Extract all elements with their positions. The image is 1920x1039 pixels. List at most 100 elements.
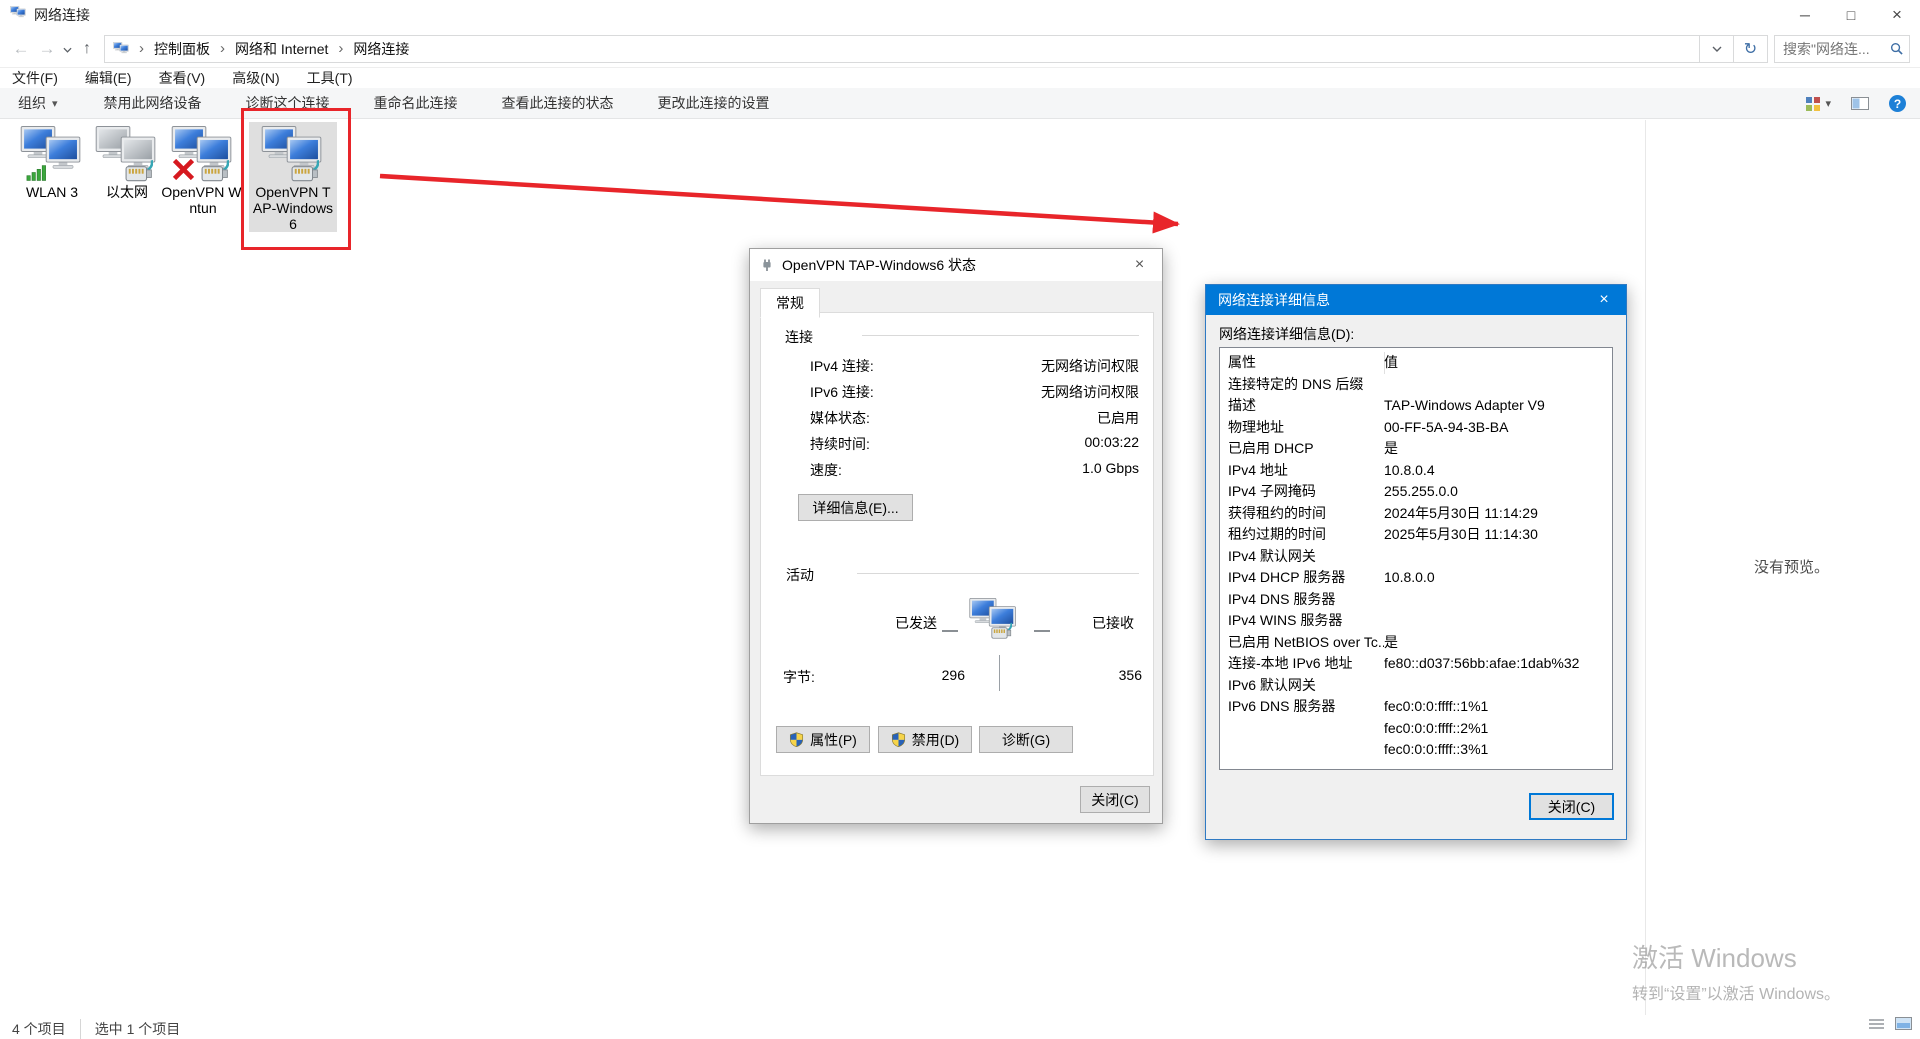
- adapter-label: OpenVPN Wintun: [160, 184, 246, 216]
- details-dialog-close-icon[interactable]: ×: [1582, 285, 1626, 315]
- organize-button[interactable]: 组织 ▾: [18, 93, 58, 113]
- breadcrumb[interactable]: › 控制面板 › 网络和 Internet › 网络连接 ↻: [104, 35, 1768, 63]
- selected-count: 选中 1 个项目: [80, 1019, 181, 1039]
- breadcrumb-network-connections[interactable]: 网络连接: [353, 39, 409, 59]
- refresh-button[interactable]: ↻: [1733, 36, 1767, 62]
- details-list: 属性 值 连接特定的 DNS 后缀 描述 TAP-Windows Adapter…: [1219, 347, 1613, 770]
- activity-computer-icon: [969, 598, 1017, 642]
- preview-empty-text: 没有预览。: [1754, 556, 1829, 577]
- menu-item[interactable]: 文件(F): [12, 68, 58, 88]
- received-label: 已接收: [1092, 613, 1134, 633]
- diagnose-button[interactable]: 诊断(G): [979, 726, 1073, 753]
- toolbar-command[interactable]: 更改此连接的设置: [658, 93, 770, 113]
- menu-item[interactable]: 工具(T): [307, 68, 353, 88]
- history-chevron-icon[interactable]: [60, 40, 74, 58]
- bytes-sent-value: 296: [905, 667, 965, 683]
- change-view-button[interactable]: ▾: [1806, 97, 1831, 111]
- bytes-divider: [999, 655, 1000, 691]
- search-icon: [1890, 42, 1903, 55]
- back-button[interactable]: ←: [8, 39, 34, 59]
- preview-pane-icon: [1851, 97, 1869, 110]
- annotation-highlight-box: [241, 108, 351, 250]
- disable-button[interactable]: 禁用(D): [878, 726, 972, 753]
- properties-button[interactable]: 属性(P): [776, 726, 870, 753]
- value-column-header: 值: [1384, 352, 1612, 374]
- details-button[interactable]: 详细信息(E)...: [798, 494, 913, 521]
- activity-group-label: 活动: [786, 565, 814, 585]
- details-row[interactable]: IPv4 WINS 服务器: [1220, 610, 1612, 632]
- details-row[interactable]: 连接特定的 DNS 后缀: [1220, 374, 1612, 396]
- adapter-label: 以太网: [106, 184, 148, 200]
- status-dialog-title: OpenVPN TAP-Windows6 状态: [782, 255, 976, 275]
- maximize-button[interactable]: □: [1828, 0, 1874, 30]
- preview-pane-divider[interactable]: [1645, 120, 1646, 1015]
- status-row: IPv4 连接: 无网络访问权限: [810, 356, 1139, 374]
- toolbar-command[interactable]: 重命名此连接: [374, 93, 458, 113]
- menu-item[interactable]: 查看(V): [159, 68, 206, 88]
- adapter-ethernet[interactable]: 以太网: [92, 122, 162, 200]
- items-count: 4 个项目: [12, 1019, 66, 1039]
- uac-shield-icon: [891, 732, 906, 747]
- details-dialog-titlebar: 网络连接详细信息: [1206, 285, 1626, 315]
- details-dialog-title: 网络连接详细信息: [1218, 290, 1330, 310]
- menu-item[interactable]: 高级(N): [232, 68, 279, 88]
- close-button[interactable]: ×: [1874, 0, 1920, 30]
- details-row[interactable]: fec0:0:0:ffff::2%1: [1220, 718, 1612, 740]
- search-box[interactable]: [1774, 35, 1910, 63]
- details-row[interactable]: 租约过期的时间 2025年5月30日 11:14:30: [1220, 524, 1612, 546]
- details-row[interactable]: 连接-本地 IPv6 地址 fe80::d037:56bb:afae:1dab%…: [1220, 653, 1612, 675]
- details-row[interactable]: IPv4 子网掩码 255.255.0.0: [1220, 481, 1612, 503]
- status-dialog-close-button[interactable]: 关闭(C): [1080, 786, 1150, 813]
- bytes-label: 字节:: [783, 667, 815, 687]
- details-row[interactable]: 获得租约的时间 2024年5月30日 11:14:29: [1220, 503, 1612, 525]
- details-row[interactable]: IPv6 DNS 服务器 fec0:0:0:ffff::1%1: [1220, 696, 1612, 718]
- details-list-label: 网络连接详细信息(D):: [1219, 324, 1354, 344]
- minimize-button[interactable]: ─: [1782, 0, 1828, 30]
- menu-item[interactable]: 编辑(E): [85, 68, 132, 88]
- help-button[interactable]: ?: [1889, 95, 1906, 112]
- status-row: 速度: 1.0 Gbps: [810, 460, 1139, 478]
- details-row[interactable]: 物理地址 00-FF-5A-94-3B-BA: [1220, 417, 1612, 439]
- status-dialog-close-icon[interactable]: ×: [1117, 249, 1162, 281]
- window-titlebar: 网络连接 ─ □ ×: [0, 0, 1920, 30]
- property-column-header: 属性: [1228, 352, 1385, 374]
- breadcrumb-network-internet[interactable]: 网络和 Internet: [235, 39, 328, 59]
- details-row[interactable]: IPv4 地址 10.8.0.4: [1220, 460, 1612, 482]
- connection-group-label: 连接: [785, 327, 813, 347]
- status-dialog-titlebar: OpenVPN TAP-Windows6 状态: [750, 249, 1162, 281]
- details-row[interactable]: IPv6 默认网关: [1220, 675, 1612, 697]
- menu-bar: 文件(F) 编辑(E) 查看(V) 高级(N) 工具(T): [0, 67, 1920, 88]
- thumbnail-view-button[interactable]: [1895, 1017, 1912, 1030]
- crumb-separator-icon: ›: [139, 40, 144, 57]
- adapter-openvpn-wintun[interactable]: OpenVPN Wintun: [160, 122, 246, 216]
- details-dialog: 网络连接详细信息 × 网络连接详细信息(D): 属性 值 连接特定的 DNS 后…: [1205, 284, 1627, 840]
- search-input[interactable]: [1781, 40, 1890, 58]
- crumb-separator-icon: ›: [338, 40, 343, 57]
- breadcrumb-control-panel[interactable]: 控制面板: [154, 39, 210, 59]
- details-dialog-close-button[interactable]: 关闭(C): [1529, 793, 1614, 820]
- details-row[interactable]: 已启用 NetBIOS over Tc... 是: [1220, 632, 1612, 654]
- dropdown-arrow-icon: ▾: [1825, 97, 1831, 110]
- status-bar: 4 个项目 选中 1 个项目: [0, 1015, 1920, 1029]
- details-view-button[interactable]: [1868, 1017, 1885, 1030]
- group-divider: [857, 573, 1139, 574]
- up-button[interactable]: ↑: [74, 40, 100, 58]
- details-row[interactable]: IPv4 DNS 服务器: [1220, 589, 1612, 611]
- details-header-row: 属性 值: [1220, 352, 1612, 374]
- details-row[interactable]: fec0:0:0:ffff::3%1: [1220, 739, 1612, 761]
- details-row[interactable]: IPv4 默认网关: [1220, 546, 1612, 568]
- preview-pane-button[interactable]: [1851, 97, 1869, 110]
- forward-button[interactable]: →: [34, 39, 60, 59]
- details-row[interactable]: 描述 TAP-Windows Adapter V9: [1220, 395, 1612, 417]
- toolbar-command[interactable]: 查看此连接的状态: [502, 93, 614, 113]
- toolbar-command[interactable]: 禁用此网络设备: [104, 93, 202, 113]
- details-row[interactable]: 已启用 DHCP 是: [1220, 438, 1612, 460]
- adapter-wlan3[interactable]: WLAN 3: [14, 122, 90, 200]
- address-dropdown-button[interactable]: [1699, 36, 1733, 62]
- location-icon: [113, 42, 129, 55]
- details-row[interactable]: IPv4 DHCP 服务器 10.8.0.0: [1220, 567, 1612, 589]
- status-row: IPv6 连接: 无网络访问权限: [810, 382, 1139, 400]
- status-row: 媒体状态: 已启用: [810, 408, 1139, 426]
- tab-general[interactable]: 常规: [760, 288, 820, 318]
- crumb-separator-icon: ›: [220, 40, 225, 57]
